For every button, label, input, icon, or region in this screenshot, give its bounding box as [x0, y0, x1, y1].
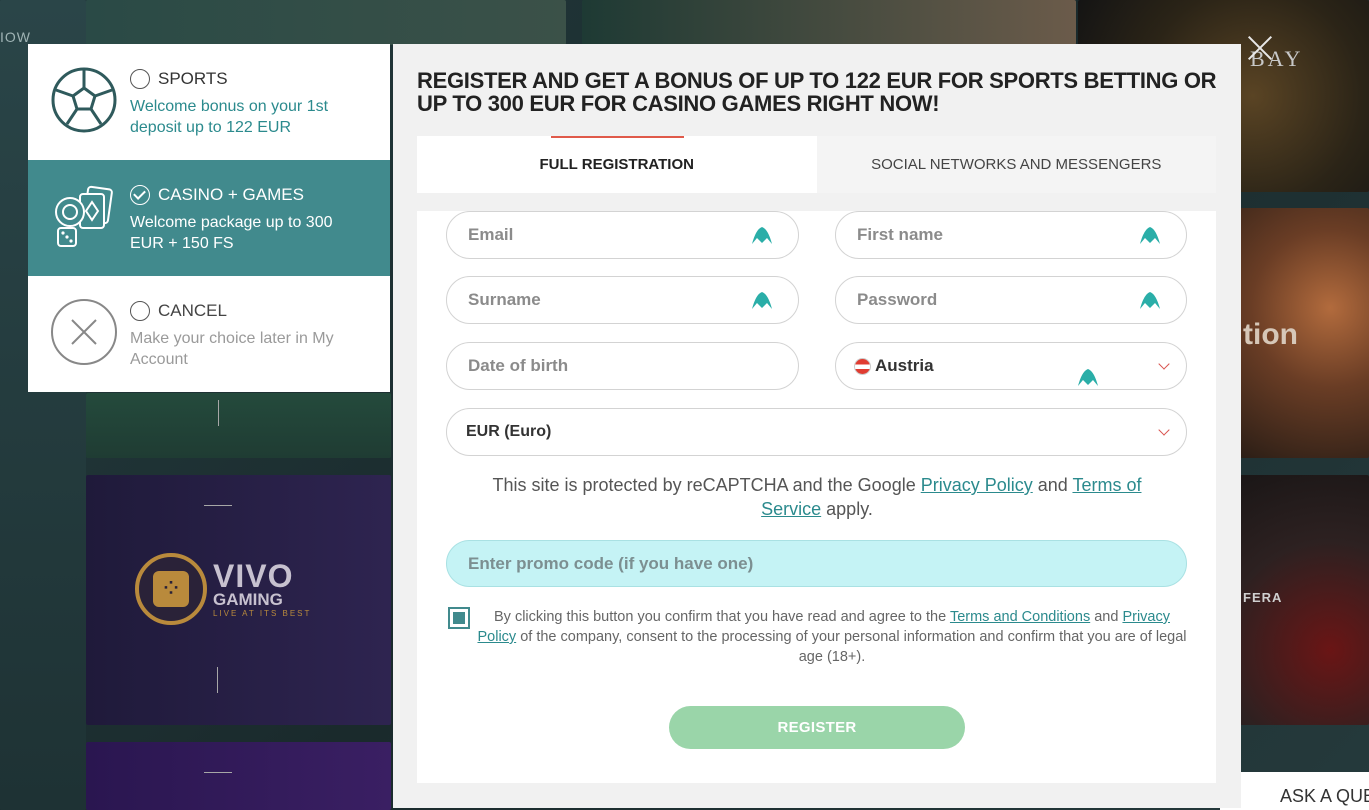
- dice-icon: [135, 553, 207, 625]
- vivo-gaming-logo: VIVO GAMING LIVE AT ITS BEST: [135, 553, 311, 625]
- recaptcha-text: This site is protected by reCAPTCHA and …: [492, 475, 921, 495]
- divider: [204, 772, 232, 773]
- ask-question-button[interactable]: ASK A QUE: [1220, 772, 1369, 810]
- divider: [218, 400, 219, 426]
- game-tile[interactable]: [86, 742, 391, 810]
- privacy-policy-link[interactable]: Privacy Policy: [921, 475, 1033, 495]
- divider: [217, 667, 218, 693]
- bonus-option-title: CASINO + GAMES: [158, 185, 304, 204]
- registration-form: Email First name Surname Password Date o…: [417, 211, 1216, 783]
- promo-code-placeholder: Enter promo code (if you have one): [468, 553, 754, 573]
- surname-field[interactable]: Surname: [446, 276, 799, 324]
- field-validation-icon: [1140, 227, 1160, 244]
- bonus-option-description: Welcome package up to 300 EUR + 150 FS: [130, 214, 333, 252]
- vivo-logo-tagline: LIVE AT ITS BEST: [213, 608, 312, 618]
- password-field[interactable]: Password: [835, 276, 1187, 324]
- game-tile[interactable]: [582, 0, 1076, 45]
- email-placeholder: Email: [468, 225, 514, 244]
- country-value: Austria: [875, 356, 934, 375]
- austria-flag-icon: [854, 357, 871, 375]
- soccer-ball-icon: [51, 67, 117, 133]
- consent-text: By clicking this button you confirm that…: [477, 607, 1187, 667]
- vivo-logo-subtitle: GAMING: [213, 589, 283, 609]
- bonus-option-title: SPORTS: [158, 69, 228, 88]
- first-name-placeholder: First name: [857, 225, 943, 244]
- consent-text-part: and: [1090, 609, 1123, 625]
- bonus-option-casino-games[interactable]: CASINO + GAMES Welcome package up to 300…: [28, 160, 390, 276]
- cancel-circle-icon: [51, 299, 117, 365]
- first-name-field[interactable]: First name: [835, 211, 1187, 259]
- consent-text-part: of the company, consent to the processin…: [516, 629, 1187, 665]
- recaptcha-text: and: [1032, 475, 1073, 495]
- register-button[interactable]: REGISTER: [669, 706, 965, 749]
- radio-button[interactable]: [130, 301, 150, 321]
- promo-code-input[interactable]: Enter promo code (if you have one): [446, 540, 1187, 587]
- surname-placeholder: Surname: [468, 290, 541, 309]
- terms-and-conditions-link[interactable]: Terms and Conditions: [950, 609, 1090, 625]
- field-validation-icon: [752, 227, 772, 244]
- currency-select[interactable]: EUR (Euro): [446, 408, 1187, 456]
- tab-full-registration[interactable]: FULL REGISTRATION: [417, 136, 817, 193]
- registration-modal: REGISTER AND GET A BONUS OF UP TO 122 EU…: [393, 44, 1241, 808]
- bonus-option-cancel[interactable]: CANCEL Make your choice later in My Acco…: [28, 276, 390, 392]
- consent-text-part: By clicking this button you confirm that…: [494, 609, 950, 625]
- background-text: IOW: [0, 29, 31, 45]
- radio-button-checked[interactable]: [130, 185, 150, 205]
- registration-tabs: FULL REGISTRATION SOCIAL NETWORKS AND ME…: [417, 136, 1216, 193]
- bonus-option-sports[interactable]: SPORTS Welcome bonus on your 1st deposit…: [28, 44, 390, 160]
- close-icon[interactable]: [1246, 34, 1274, 62]
- divider: [204, 505, 232, 506]
- radio-button[interactable]: [130, 69, 150, 89]
- field-validation-icon: [752, 292, 772, 309]
- recaptcha-text: apply.: [821, 499, 873, 519]
- currency-value: EUR (Euro): [466, 423, 552, 440]
- game-tile[interactable]: [86, 0, 566, 45]
- password-placeholder: Password: [857, 290, 938, 309]
- consent-checkbox[interactable]: [448, 607, 470, 629]
- vivo-logo-title: VIVO: [213, 557, 294, 594]
- country-select[interactable]: Austria: [835, 342, 1187, 390]
- modal-title: REGISTER AND GET A BONUS OF UP TO 122 EU…: [417, 68, 1217, 116]
- provider-logo-text: FERA: [1243, 590, 1283, 605]
- tab-social-networks[interactable]: SOCIAL NETWORKS AND MESSENGERS: [816, 136, 1216, 193]
- date-of-birth-placeholder: Date of birth: [468, 356, 569, 375]
- date-of-birth-field[interactable]: Date of birth: [446, 342, 799, 390]
- game-tile[interactable]: [86, 393, 391, 458]
- recaptcha-notice: This site is protected by reCAPTCHA and …: [487, 473, 1147, 521]
- bonus-choice-panel: SPORTS Welcome bonus on your 1st deposit…: [28, 44, 390, 392]
- tile-title-text: tion: [1243, 318, 1298, 351]
- email-field[interactable]: Email: [446, 211, 799, 259]
- bonus-option-title: CANCEL: [158, 301, 227, 320]
- field-validation-icon: [1078, 369, 1098, 386]
- bonus-option-description: Make your choice later in My Account: [130, 330, 334, 368]
- field-validation-icon: [1140, 292, 1160, 309]
- bonus-option-description: Welcome bonus on your 1st deposit up to …: [130, 98, 329, 136]
- casino-chips-cards-icon: [55, 185, 113, 247]
